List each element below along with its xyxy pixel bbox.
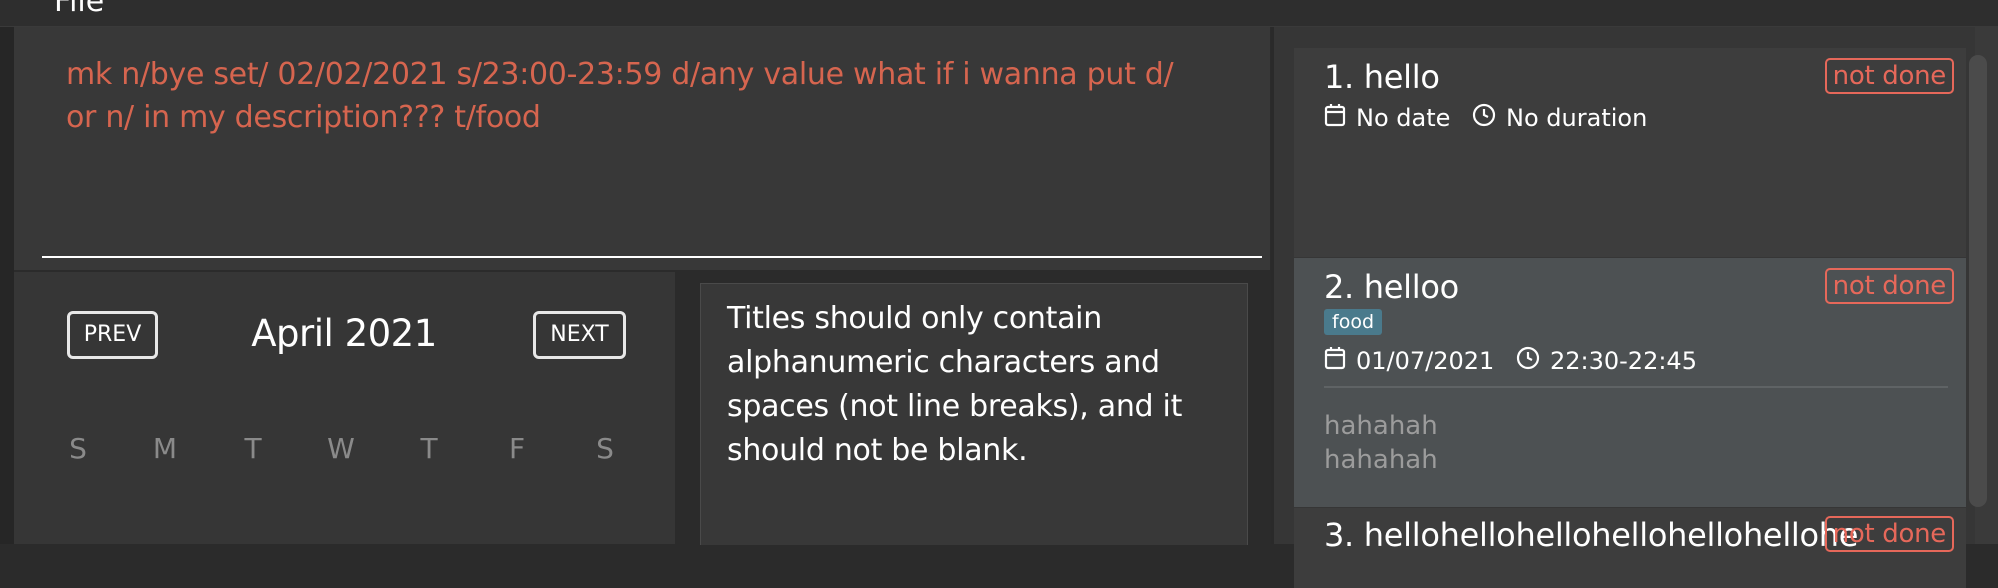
calendar-icon — [1324, 346, 1346, 376]
weekday-sat: S — [596, 432, 614, 465]
prev-month-button[interactable]: PREV — [67, 311, 158, 359]
window-edge — [0, 27, 14, 544]
task-meta: No date No duration — [1324, 103, 1647, 133]
task-meta: 01/07/2021 22:30-22:45 — [1324, 346, 1697, 376]
next-month-button[interactable]: NEXT — [533, 311, 626, 359]
weekday-mon: M — [152, 432, 178, 465]
task-separator — [1324, 386, 1948, 388]
task-card[interactable]: 1. hello not done No date No duration — [1294, 48, 1966, 257]
result-message: Titles should only contain alphanumeric … — [727, 301, 1183, 468]
task-description-line: hahahah — [1324, 445, 1438, 475]
task-card[interactable]: 3. hellohellohellohellohellohellohe not … — [1294, 508, 1966, 588]
weekday-sun: S — [69, 432, 87, 465]
task-card-selected[interactable]: 2. helloo not done food 01/07/2021 22:30… — [1294, 258, 1966, 507]
status-badge: not done — [1824, 268, 1954, 304]
scrollbar-thumb[interactable] — [1969, 55, 1987, 507]
result-display: Titles should only contain alphanumeric … — [700, 283, 1248, 545]
task-date: No date — [1356, 104, 1451, 132]
task-title: 2. helloo — [1324, 268, 1459, 306]
task-title: 3. hellohellohellohellohellohellohe — [1324, 516, 1859, 554]
task-duration: 22:30-22:45 — [1549, 347, 1697, 375]
task-duration: No duration — [1506, 104, 1648, 132]
calendar-icon — [1324, 103, 1346, 133]
command-box[interactable]: mk n/bye set/ 02/02/2021 s/23:00-23:59 d… — [14, 27, 1270, 270]
menu-bar: File — [0, 0, 1998, 27]
calendar-panel: PREV April 2021 NEXT S M T W T F S — [14, 272, 675, 544]
weekday-tue: T — [244, 432, 262, 465]
task-tag: food — [1324, 309, 1382, 335]
task-description-line: hahahah — [1324, 411, 1438, 441]
calendar-month-title: April 2021 — [251, 312, 437, 355]
command-input-underline — [42, 256, 1262, 258]
weekday-header: S M T W T F S — [58, 432, 628, 472]
command-input[interactable]: mk n/bye set/ 02/02/2021 s/23:00-23:59 d… — [66, 53, 1176, 139]
status-badge: not done — [1824, 516, 1954, 552]
task-list[interactable]: 1. hello not done No date No duration 2.… — [1274, 27, 1975, 588]
task-date: 01/07/2021 — [1356, 347, 1495, 375]
status-badge: not done — [1824, 58, 1954, 94]
weekday-thu: T — [420, 432, 438, 465]
clock-icon — [1516, 346, 1540, 376]
panel-divider — [675, 272, 700, 544]
weekday-fri: F — [508, 432, 526, 465]
task-title: 1. hello — [1324, 58, 1440, 96]
weekday-wed: W — [327, 432, 355, 465]
menu-file[interactable]: File — [54, 0, 104, 19]
clock-icon — [1472, 103, 1496, 133]
